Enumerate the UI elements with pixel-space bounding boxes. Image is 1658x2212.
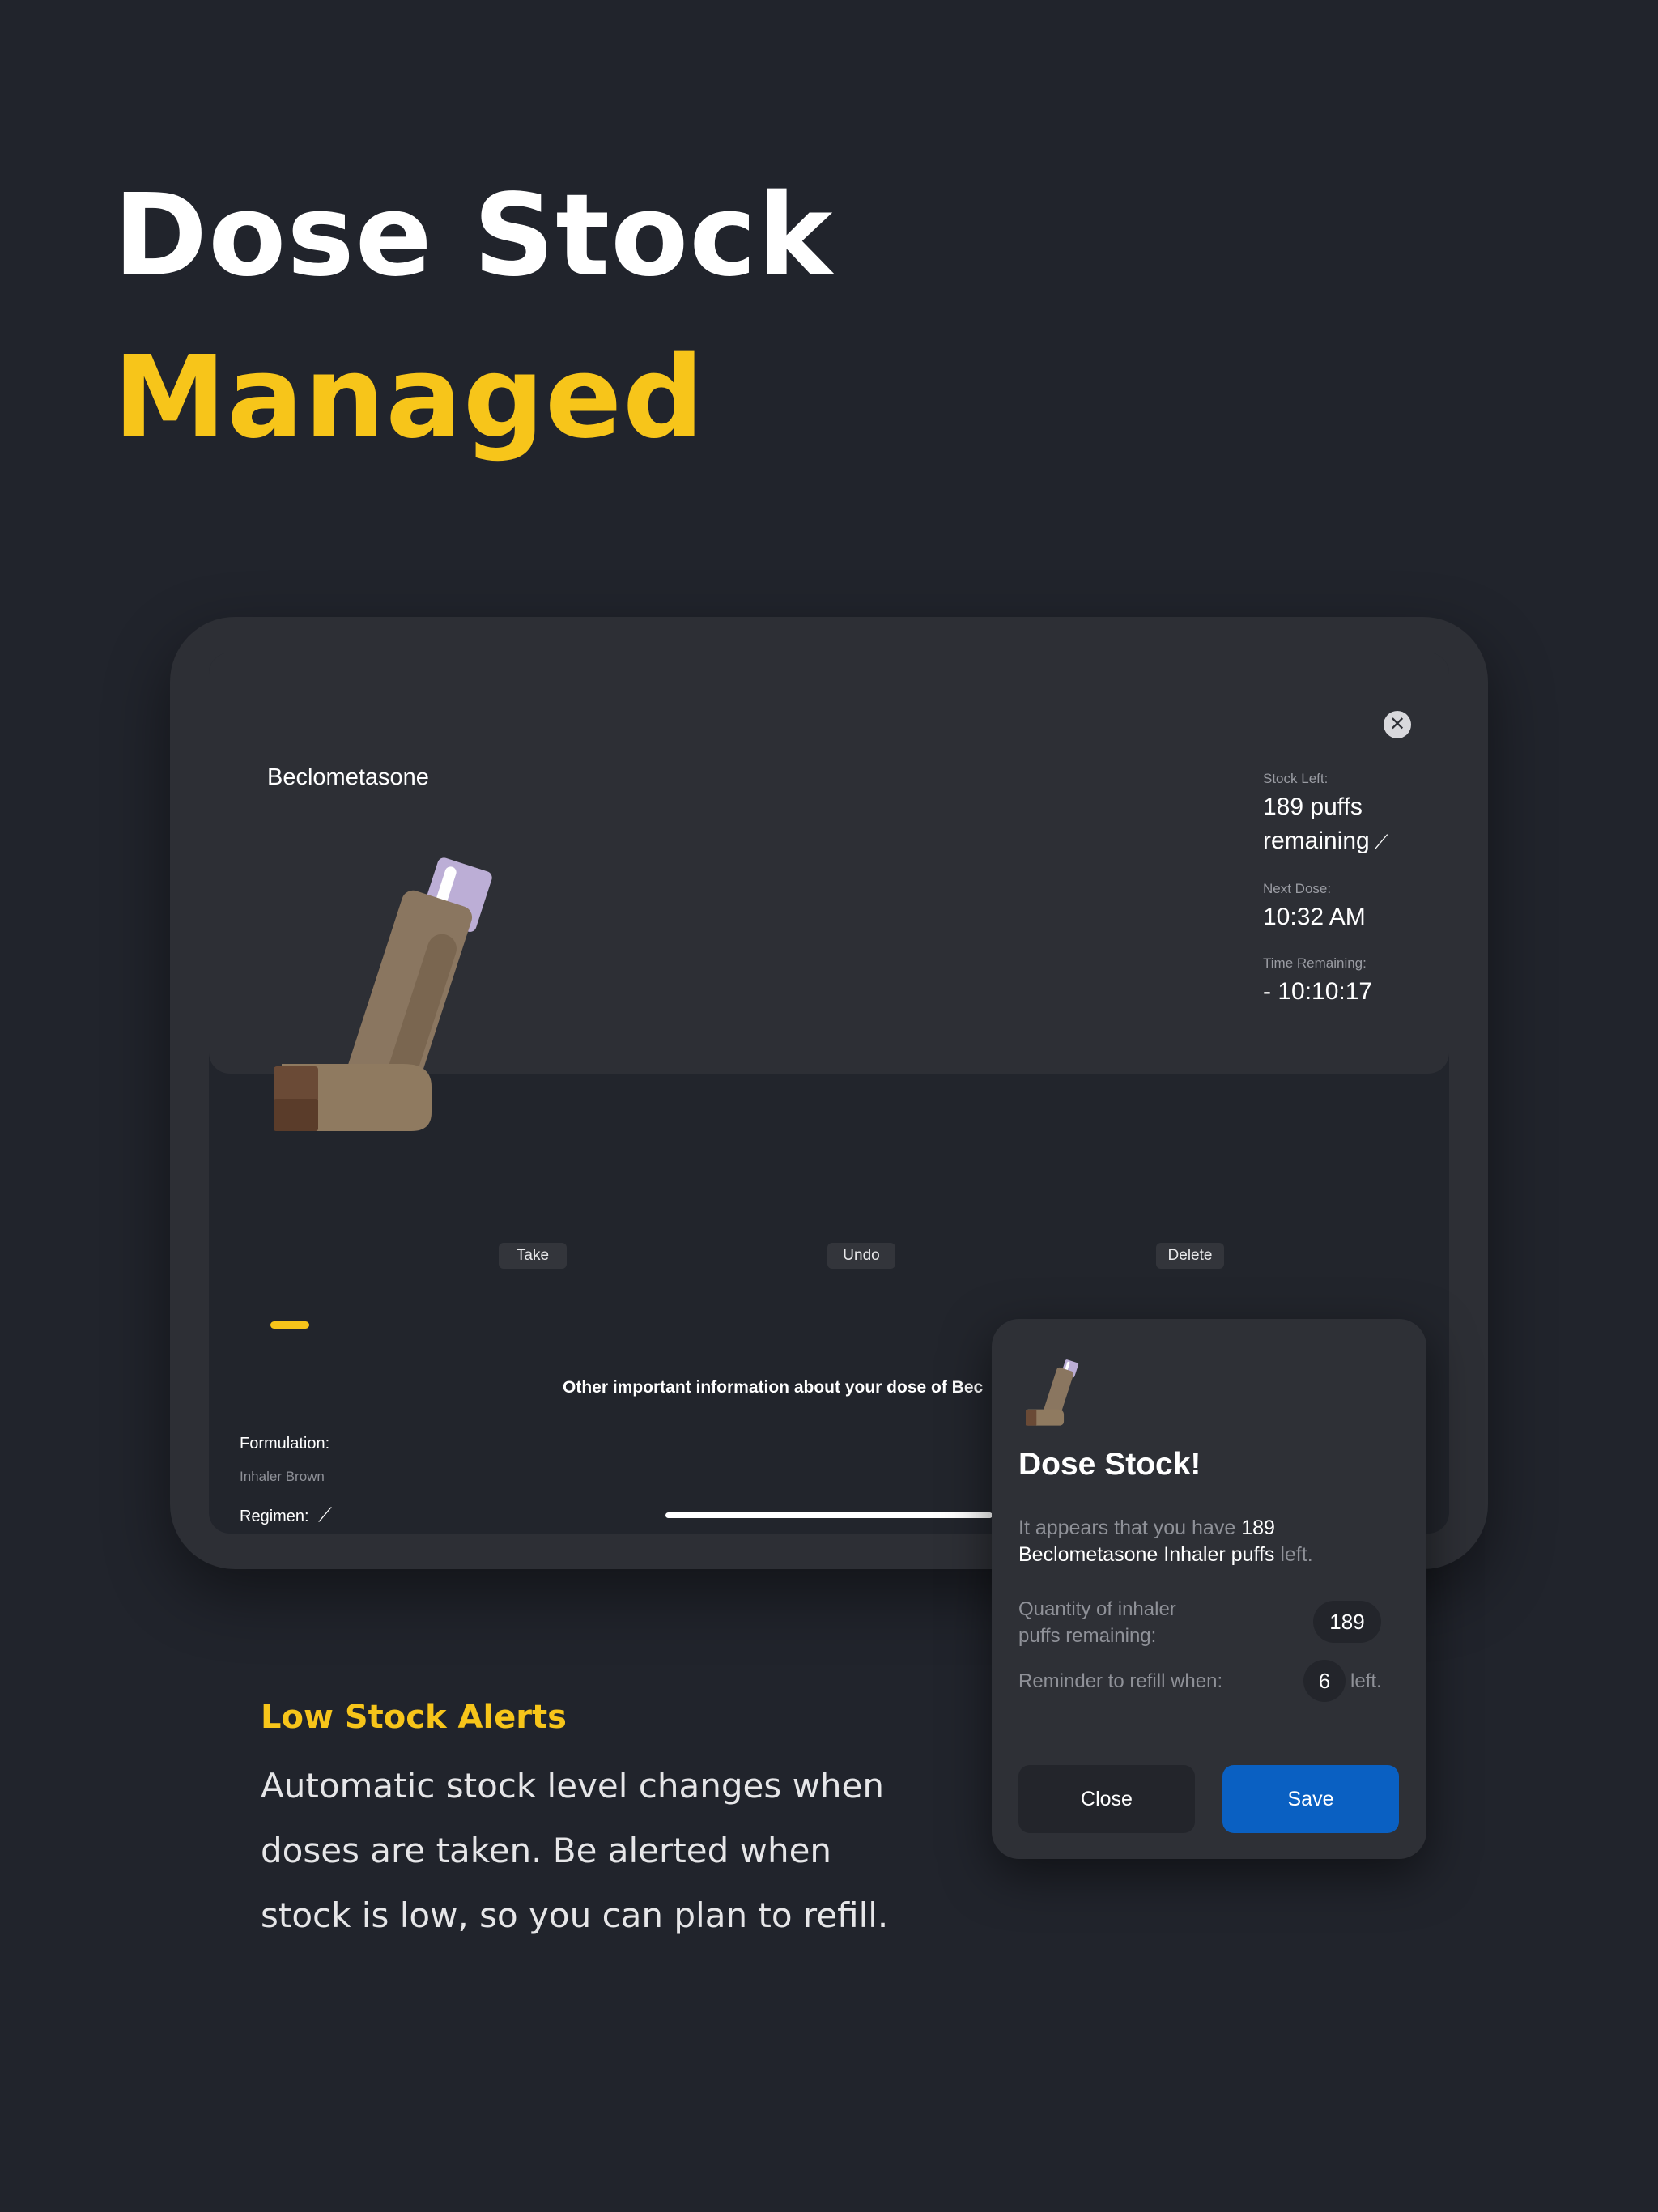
regimen-row: Regimen: ⟋ <box>240 1504 332 1527</box>
quantity-label: Quantity of inhaler puffs remaining: <box>1018 1598 1176 1647</box>
stock-left-label: Stock Left: <box>1263 771 1329 786</box>
regimen-label: Regimen: <box>240 1508 309 1525</box>
stats-panel: Stock Left: 189 puffs remaining ⟋ Next Do… <box>1263 771 1441 1030</box>
message-pre: It appears that you have <box>1018 1516 1242 1539</box>
info-section-title: Other important information about your d… <box>563 1378 984 1397</box>
close-icon[interactable]: ✕ <box>1384 711 1411 738</box>
feature-description: Automatic stock level changes when doses… <box>261 1766 889 1935</box>
delete-button[interactable]: Delete <box>1156 1243 1224 1269</box>
pencil-icon[interactable]: ⟋ <box>318 1504 332 1526</box>
inhaler-icon <box>1026 1359 1079 1426</box>
time-remaining-value: - 10:10:17 <box>1263 978 1373 1005</box>
home-indicator[interactable] <box>665 1512 993 1518</box>
save-button[interactable]: Save <box>1222 1765 1399 1833</box>
dialog-message: It appears that you have 189 Beclometaso… <box>1018 1515 1399 1568</box>
message-post: left. <box>1274 1543 1313 1566</box>
medication-name: Beclometasone <box>267 764 429 790</box>
reminder-label: Reminder to refill when: <box>1018 1670 1223 1692</box>
take-button[interactable]: Take <box>499 1243 567 1269</box>
stock-left-value: 189 puffs remaining ⟋ <box>1263 790 1441 860</box>
time-remaining-label: Time Remaining: <box>1263 955 1367 971</box>
formulation-value: Inhaler Brown <box>240 1469 325 1484</box>
headline-line-1: Dose Stock <box>113 170 834 302</box>
dose-stock-dialog: Dose Stock! It appears that you have 189… <box>992 1319 1426 1859</box>
reminder-field[interactable]: 6 <box>1303 1660 1346 1702</box>
next-dose-label: Next Dose: <box>1263 881 1332 896</box>
next-dose-value: 10:32 AM <box>1263 904 1366 930</box>
feature-title: Low Stock Alerts <box>261 1699 567 1736</box>
stock-left-value-line1: 189 puffs <box>1263 793 1363 820</box>
headline-line-2: Managed <box>113 332 705 464</box>
dialog-title: Dose Stock! <box>1018 1447 1201 1482</box>
stock-left-value-line2: remaining <box>1263 827 1370 854</box>
page-indicator <box>270 1321 309 1329</box>
close-button[interactable]: Close <box>1018 1765 1195 1833</box>
undo-button[interactable]: Undo <box>827 1243 895 1269</box>
inhaler-icon <box>274 857 492 1131</box>
formulation-label: Formulation: <box>240 1435 330 1453</box>
quantity-field[interactable]: 189 <box>1313 1601 1381 1643</box>
reminder-suffix: left. <box>1350 1670 1382 1692</box>
pencil-icon[interactable]: ⟋ <box>1375 832 1388 853</box>
